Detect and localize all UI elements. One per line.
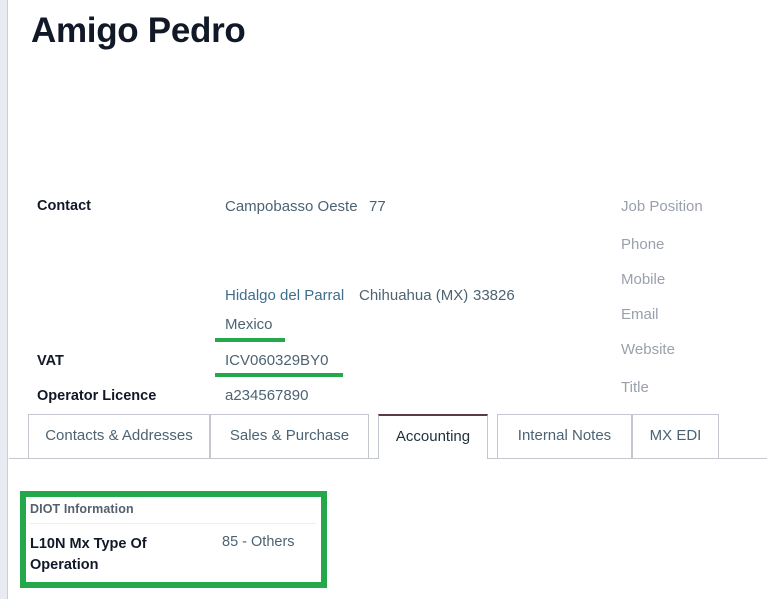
diot-section-heading: DIOT Information [30, 502, 316, 524]
vat-label: VAT [37, 353, 64, 369]
l10n-mx-type-of-operation-label: L10N Mx Type Of Operation [30, 536, 147, 573]
page-title: Amigo Pedro [31, 11, 246, 50]
address-street-input[interactable]: Campobasso Oeste [225, 198, 358, 215]
diot-information-panel: DIOT Information L10N Mx Type Of Operati… [30, 502, 316, 576]
mobile-field[interactable]: Mobile [621, 271, 665, 288]
email-field[interactable]: Email [621, 306, 659, 323]
operator-licence-input[interactable]: a234567890 [225, 387, 308, 404]
contact-form: Contact VAT Operator Licence CURP Campob… [9, 100, 767, 439]
address-country-input[interactable]: Mexico [225, 316, 273, 333]
address-street2-input[interactable] [225, 233, 525, 251]
vat-highlight-underline [215, 373, 343, 377]
title-field[interactable]: Title [621, 379, 649, 396]
contact-label: Contact [37, 198, 91, 214]
address-zip-input[interactable]: 33826 [473, 287, 515, 304]
address-city-input[interactable]: Hidalgo del Parral [225, 287, 344, 304]
job-position-field[interactable]: Job Position [621, 198, 703, 215]
tab-mx-edi[interactable]: MX EDI [632, 414, 719, 458]
website-field[interactable]: Website [621, 341, 675, 358]
record-page: Amigo Pedro Contact VAT Operator Licence… [9, 0, 767, 599]
operator-licence-label: Operator Licence [37, 388, 157, 404]
country-highlight-underline [215, 338, 285, 342]
vat-input[interactable]: ICV060329BY0 [225, 352, 328, 369]
tab-contacts-addresses[interactable]: Contacts & Addresses [28, 414, 210, 458]
tab-bar: Contacts & Addresses Sales & Purchase Ac… [9, 414, 767, 459]
tab-accounting[interactable]: Accounting [378, 414, 488, 459]
l10n-mx-type-of-operation-value[interactable]: 85 - Others [222, 534, 295, 550]
address-state-input[interactable]: Chihuahua (MX) [359, 287, 468, 304]
address-street-number-input[interactable]: 77 [369, 198, 386, 215]
tab-internal-notes[interactable]: Internal Notes [497, 414, 632, 458]
diot-type-of-operation-row: L10N Mx Type Of Operation 85 - Others [30, 534, 316, 576]
left-gutter-strip [0, 0, 8, 599]
phone-field[interactable]: Phone [621, 236, 664, 253]
tab-sales-purchase[interactable]: Sales & Purchase [210, 414, 369, 458]
